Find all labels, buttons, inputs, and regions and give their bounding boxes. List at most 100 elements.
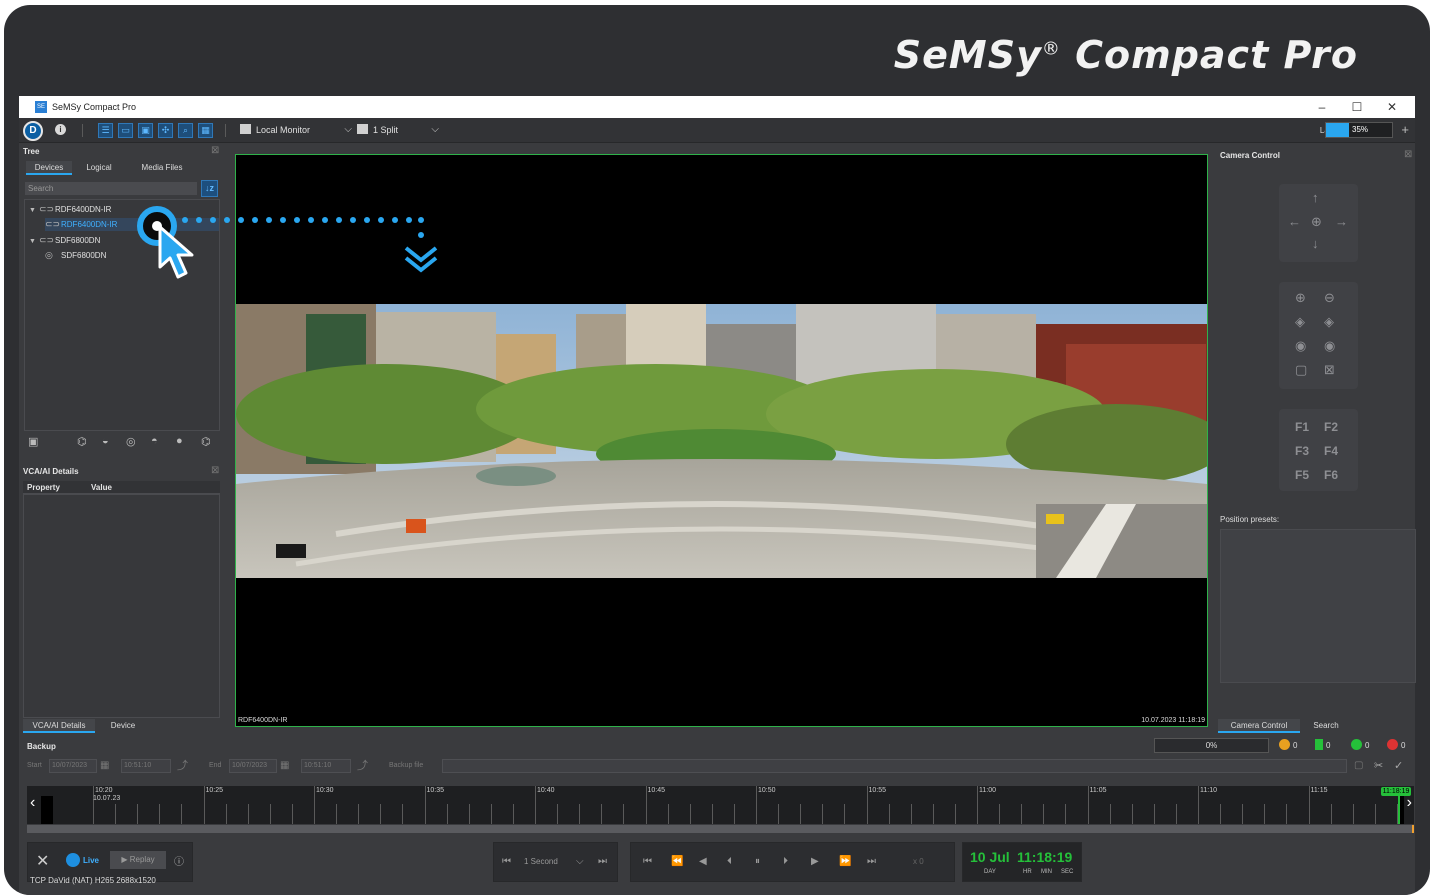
play-icon[interactable]: ▶ <box>811 856 819 867</box>
box-camera-icon[interactable]: ◓ <box>151 435 158 447</box>
tools-icon[interactable]: ✂ <box>1374 759 1383 773</box>
confirm-icon[interactable]: ✓ <box>1394 759 1403 773</box>
zoom-out-icon[interactable]: ⊖ <box>1324 290 1335 306</box>
start-time-field[interactable]: 10:51:10 <box>121 759 171 773</box>
wiper-icon[interactable]: ⊠ <box>1324 362 1335 378</box>
ptz-camera-icon[interactable]: ● <box>176 435 183 447</box>
close-icon[interactable]: ⊠ <box>211 145 219 156</box>
multi-camera-icon[interactable]: ⌬ <box>201 435 211 448</box>
interval-select[interactable]: 1 Second <box>524 857 558 866</box>
save-icon[interactable]: ▣ <box>138 123 153 138</box>
arrow-up-icon[interactable]: ↑ <box>1312 190 1319 205</box>
skip-to-end-icon[interactable]: ⏭ <box>867 856 876 867</box>
f1-button[interactable]: F1 <box>1295 420 1309 434</box>
iris-close-icon[interactable]: ◉ <box>1324 338 1335 354</box>
frame-back-icon[interactable]: ⏴ <box>727 856 732 867</box>
f5-button[interactable]: F5 <box>1295 468 1309 482</box>
f2-button[interactable]: F2 <box>1324 420 1338 434</box>
fast-rewind-icon[interactable]: ⏪ <box>671 856 683 867</box>
device-toolbar: ▣ ⌬ ◒ ◎ ◓ ● ⌬ <box>24 434 220 450</box>
sort-icon[interactable]: ↓z <box>201 180 218 197</box>
tab-vca-details[interactable]: VCA/AI Details <box>23 719 95 733</box>
grid-icon[interactable]: ▦ <box>198 123 213 138</box>
codec-info: TCP DaVid (NAT) H265 2688x1520 <box>30 876 156 885</box>
backup-file-label: Backup file <box>389 762 424 769</box>
arrow-left-icon[interactable]: ← <box>1288 214 1301 229</box>
pause-icon[interactable]: ⏸ <box>755 856 760 867</box>
zoom-in-icon[interactable]: ⊕ <box>1295 290 1306 306</box>
close-icon[interactable]: ⊠ <box>1404 149 1412 160</box>
f3-button[interactable]: F3 <box>1295 444 1309 458</box>
step-forward-icon[interactable]: ⏭ <box>598 856 607 867</box>
tree-tabs: Devices Logical Media Files <box>22 161 220 175</box>
start-date-field[interactable]: 10/07/2023 <box>49 759 97 773</box>
replay-button[interactable]: ▶ Replay <box>110 851 166 869</box>
layout-icon[interactable]: ▭ <box>118 123 133 138</box>
timeline-next-icon[interactable]: › <box>1407 794 1412 812</box>
end-time-field[interactable]: 10:51:10 <box>301 759 351 773</box>
timeline-minor-tick <box>711 804 713 824</box>
bullet-camera-icon[interactable]: ⌬ <box>77 435 87 448</box>
tab-devices[interactable]: Devices <box>26 161 72 175</box>
browse-icon[interactable]: ▢ <box>1354 759 1363 773</box>
set-start-icon[interactable]: ⤴ <box>177 759 188 773</box>
add-button[interactable]: + <box>1401 122 1409 137</box>
end-date-field[interactable]: 10/07/2023 <box>229 759 277 773</box>
auto-focus-icon[interactable]: ▢ <box>1295 362 1307 378</box>
step-back-icon[interactable]: ⏮ <box>502 856 511 867</box>
timeline-prev-icon[interactable]: ‹ <box>30 794 35 812</box>
f4-button[interactable]: F4 <box>1324 444 1338 458</box>
tab-search[interactable]: Search <box>1306 719 1346 733</box>
ptz-icon[interactable]: ✣ <box>158 123 173 138</box>
skip-to-start-icon[interactable]: ⏮ <box>643 856 652 867</box>
tree-view-icon[interactable]: ☰ <box>98 123 113 138</box>
focus-far-icon[interactable]: ◈ <box>1324 314 1334 330</box>
maximize-button[interactable]: ☐ <box>1342 99 1372 115</box>
close-icon[interactable]: ⊠ <box>211 465 219 476</box>
semsy-menu-icon[interactable]: D <box>23 121 43 141</box>
info-icon[interactable]: i <box>55 124 66 135</box>
last-progress-value: 35% <box>1352 125 1369 134</box>
focus-near-icon[interactable]: ◈ <box>1295 314 1305 330</box>
tab-device[interactable]: Device <box>103 719 143 733</box>
expand-arrow-icon[interactable]: ▼ <box>29 204 39 217</box>
expand-arrow-icon[interactable]: ▼ <box>29 235 39 248</box>
tab-media-files[interactable]: Media Files <box>126 161 198 175</box>
timeline[interactable]: ‹ 10:20 10:25 10:30 10:35 10:40 10:45 10:50 10:… <box>27 786 1414 824</box>
arrow-down-icon[interactable]: ↓ <box>1312 236 1319 251</box>
fast-forward-icon[interactable]: ⏩ <box>839 856 851 867</box>
tree-search-input[interactable]: Search <box>25 182 197 195</box>
backup-file-field[interactable] <box>442 759 1347 773</box>
position-presets-list[interactable] <box>1220 529 1416 683</box>
arrow-right-icon[interactable]: → <box>1335 214 1348 229</box>
ptz-center-icon[interactable]: ⊕ <box>1311 214 1322 230</box>
last-progress[interactable]: 35% <box>1325 122 1393 138</box>
info-icon[interactable]: ⓘ <box>174 853 184 868</box>
monitor-select[interactable]: Local Monitor ⌵ <box>240 123 352 137</box>
play-reverse-icon[interactable]: ◀ <box>699 856 707 867</box>
value-column-header: Value <box>91 483 112 492</box>
calendar-icon[interactable]: ▦ <box>100 759 109 773</box>
minimize-button[interactable]: – <box>1307 99 1337 115</box>
tab-camera-control[interactable]: Camera Control <box>1218 719 1300 733</box>
device-add-icon[interactable]: ▣ <box>28 435 38 448</box>
dome-camera-icon[interactable]: ◒ <box>102 435 109 447</box>
set-end-icon[interactable]: ⤴ <box>357 759 368 773</box>
close-button[interactable]: ✕ <box>1377 99 1407 115</box>
live-button[interactable]: Live <box>66 853 99 869</box>
f6-button[interactable]: F6 <box>1324 468 1338 482</box>
search-icon[interactable]: ⌕ <box>178 123 193 138</box>
timeline-minor-tick <box>358 804 360 824</box>
fisheye-camera-icon[interactable]: ◎ <box>126 435 136 448</box>
timeline-minor-tick <box>512 804 514 824</box>
timeline-label: 10:30 <box>316 787 334 794</box>
close-icon[interactable]: ✕ <box>36 851 49 871</box>
iris-open-icon[interactable]: ◉ <box>1295 338 1306 354</box>
chevron-down-icon[interactable]: ⌵ <box>576 856 584 867</box>
tab-logical[interactable]: Logical <box>76 161 122 175</box>
calendar-icon[interactable]: ▦ <box>280 759 289 773</box>
split-select[interactable]: 1 Split ⌵ <box>357 123 439 137</box>
timeline-scrollbar[interactable] <box>27 825 1414 833</box>
frame-forward-icon[interactable]: ⏵ <box>783 856 788 867</box>
semsy-app-icon: SE <box>35 101 47 113</box>
